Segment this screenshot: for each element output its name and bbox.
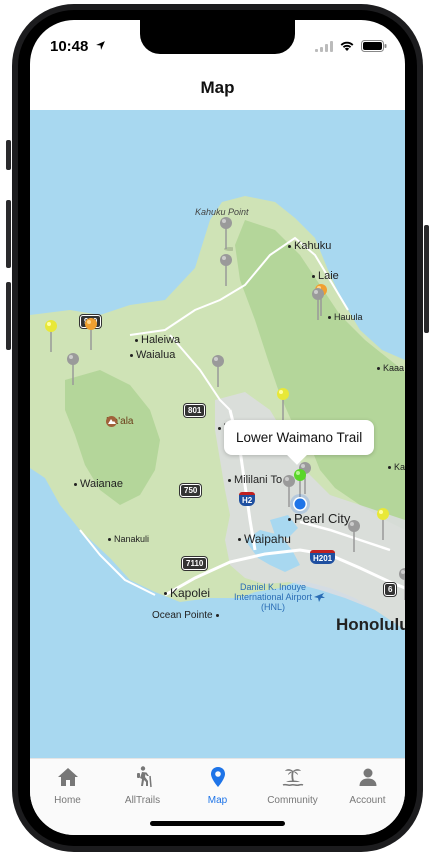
tab-map-label: Map — [207, 795, 228, 806]
user-location-icon — [290, 494, 310, 514]
place-hauula: Hauula — [328, 312, 363, 322]
trail-pin[interactable] — [311, 288, 325, 322]
island-icon — [282, 769, 303, 787]
place-waialua-label: Waialua — [136, 349, 176, 361]
tab-home[interactable]: Home — [30, 765, 105, 806]
trail-pin[interactable] — [376, 508, 390, 542]
trail-pin[interactable] — [44, 320, 58, 354]
place-kapolei-label: Kapolei — [170, 586, 211, 600]
tab-account[interactable]: Account — [330, 765, 405, 806]
page-title: Map — [200, 78, 235, 97]
place-kahuku-point: Kahuku Point — [195, 207, 249, 217]
place-kahuku: Kahuku — [288, 240, 331, 252]
place-waipahu-label: Waipahu — [244, 532, 291, 546]
place-waianae-label: Waianae — [80, 478, 124, 490]
tab-map[interactable]: Map — [180, 765, 255, 806]
place-nanakuli: Nanakuli — [108, 534, 149, 544]
tab-community[interactable]: Community — [255, 765, 330, 806]
notch — [140, 20, 295, 54]
place-laie: Laie — [312, 270, 339, 282]
place-kaaawa: Kaaa — [377, 363, 404, 373]
tab-alltrails[interactable]: AllTrails — [105, 765, 180, 806]
place-kaala: Ka'ala — [106, 416, 134, 427]
place-waipahu: Waipahu — [238, 532, 291, 546]
route-shield-750: 750 — [180, 484, 202, 497]
place-hauula-label: Hauula — [334, 312, 363, 322]
place-kapolei: Kapolei — [164, 586, 210, 600]
screen: 10:48 Map Kahuku Point Kahuku Laie Hauul… — [30, 20, 405, 835]
tab-account-label: Account — [349, 795, 386, 806]
signal-icon — [315, 40, 333, 52]
volume-down-button — [6, 282, 11, 350]
place-haleiwa-label: Haleiwa — [141, 334, 181, 346]
place-kahuku-label: Kahuku — [294, 240, 332, 252]
place-mililani-label: Mililani To — [234, 474, 283, 486]
place-nanakuli-label: Nanakuli — [114, 534, 150, 544]
status-time-text: 10:48 — [50, 38, 89, 55]
status-icons — [315, 40, 387, 52]
map-view[interactable]: Kahuku Point Kahuku Laie Hauula Haleiwa … — [30, 110, 405, 758]
home-icon — [57, 768, 78, 786]
place-ocean-pointe: Ocean Pointe — [152, 610, 222, 621]
tab-home-label: Home — [54, 795, 81, 806]
route-shield-6: 6 — [384, 583, 397, 596]
home-indicator[interactable] — [150, 821, 285, 826]
mountain-icon — [106, 416, 117, 427]
place-mililani: Mililani To — [228, 474, 282, 486]
trail-pin[interactable] — [398, 568, 405, 602]
battery-icon — [361, 40, 387, 52]
interstate-shield-h201: H201 — [310, 550, 336, 564]
volume-up-button — [6, 200, 11, 268]
tab-alltrails-label: AllTrails — [124, 795, 161, 806]
silent-switch — [6, 140, 11, 170]
trail-pin[interactable] — [219, 217, 233, 251]
wifi-icon — [340, 41, 354, 51]
map-pin-icon — [210, 767, 225, 787]
tab-community-label: Community — [267, 795, 318, 806]
place-waianae: Waianae — [74, 478, 123, 490]
trail-pin[interactable] — [219, 254, 233, 288]
trail-callout[interactable]: Lower Waimano Trail — [224, 420, 375, 455]
power-button — [424, 225, 429, 333]
place-ka-label: Ka — [394, 462, 405, 472]
trail-pin[interactable] — [276, 388, 290, 422]
place-haleiwa: Haleiwa — [135, 334, 180, 346]
trail-pin[interactable] — [347, 520, 361, 554]
airport-icon — [314, 593, 325, 602]
place-kaaawa-label: Kaaa — [383, 363, 405, 373]
route-shield-7110: 7110 — [182, 557, 208, 570]
status-time: 10:48 — [50, 38, 106, 55]
place-ocean-pointe-label: Ocean Pointe — [152, 610, 213, 621]
route-shield-801: 801 — [184, 404, 206, 417]
place-laie-label: Laie — [318, 270, 339, 282]
person-icon — [359, 768, 376, 786]
location-arrow-icon — [95, 41, 105, 50]
place-ka: Ka — [388, 462, 405, 472]
trail-callout-label: Lower Waimano Trail — [236, 430, 363, 445]
hiker-icon — [136, 766, 152, 788]
interstate-shield-h2: H2 — [239, 492, 256, 506]
trail-pin[interactable] — [211, 355, 225, 389]
place-waialua: Waialua — [130, 349, 175, 361]
place-airport: Daniel K. Inouye International Airport (… — [233, 582, 313, 612]
trail-pin[interactable] — [84, 318, 98, 352]
place-honolulu: Honolulu — [336, 615, 405, 634]
trail-pin[interactable] — [66, 353, 80, 387]
